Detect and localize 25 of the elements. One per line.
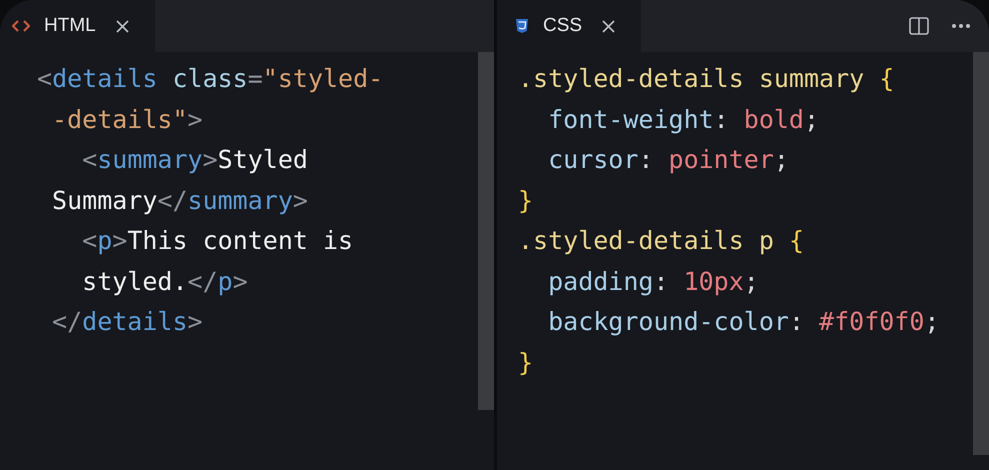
more-icon[interactable] [951,23,971,29]
scrollbar[interactable] [973,52,989,455]
code-line: padding: 10px; [547,266,759,298]
code-line: .styled-details summary { [518,63,894,95]
code-line: } [518,346,534,378]
close-icon[interactable] [602,20,616,32]
code-line: <summary>Styled [81,144,308,176]
code-line: font-weight: bold; [547,104,820,136]
code-line: } [518,184,534,216]
code-line: <p>This content is [81,225,354,257]
code-line: Summary</summary> [51,184,308,216]
editor-tab[interactable]: CSS [497,0,642,52]
close-icon[interactable] [116,20,129,32]
code-line: styled.</p> [81,266,248,298]
code-line: </details> [51,306,203,338]
code-brackets-icon [12,20,30,32]
code-line: .styled-details p { [518,225,804,257]
css-shield-icon [515,18,529,34]
code-line: <details class="styled- [37,63,384,95]
code-line: cursor: pointer; [547,144,789,176]
code-line: background-color: #f0f0f0; [547,306,940,338]
code-line: -details"> [51,104,203,136]
split-editor-icon[interactable] [909,17,929,35]
editor-tab[interactable]: HTML [0,0,155,52]
scrollbar[interactable] [478,52,494,410]
